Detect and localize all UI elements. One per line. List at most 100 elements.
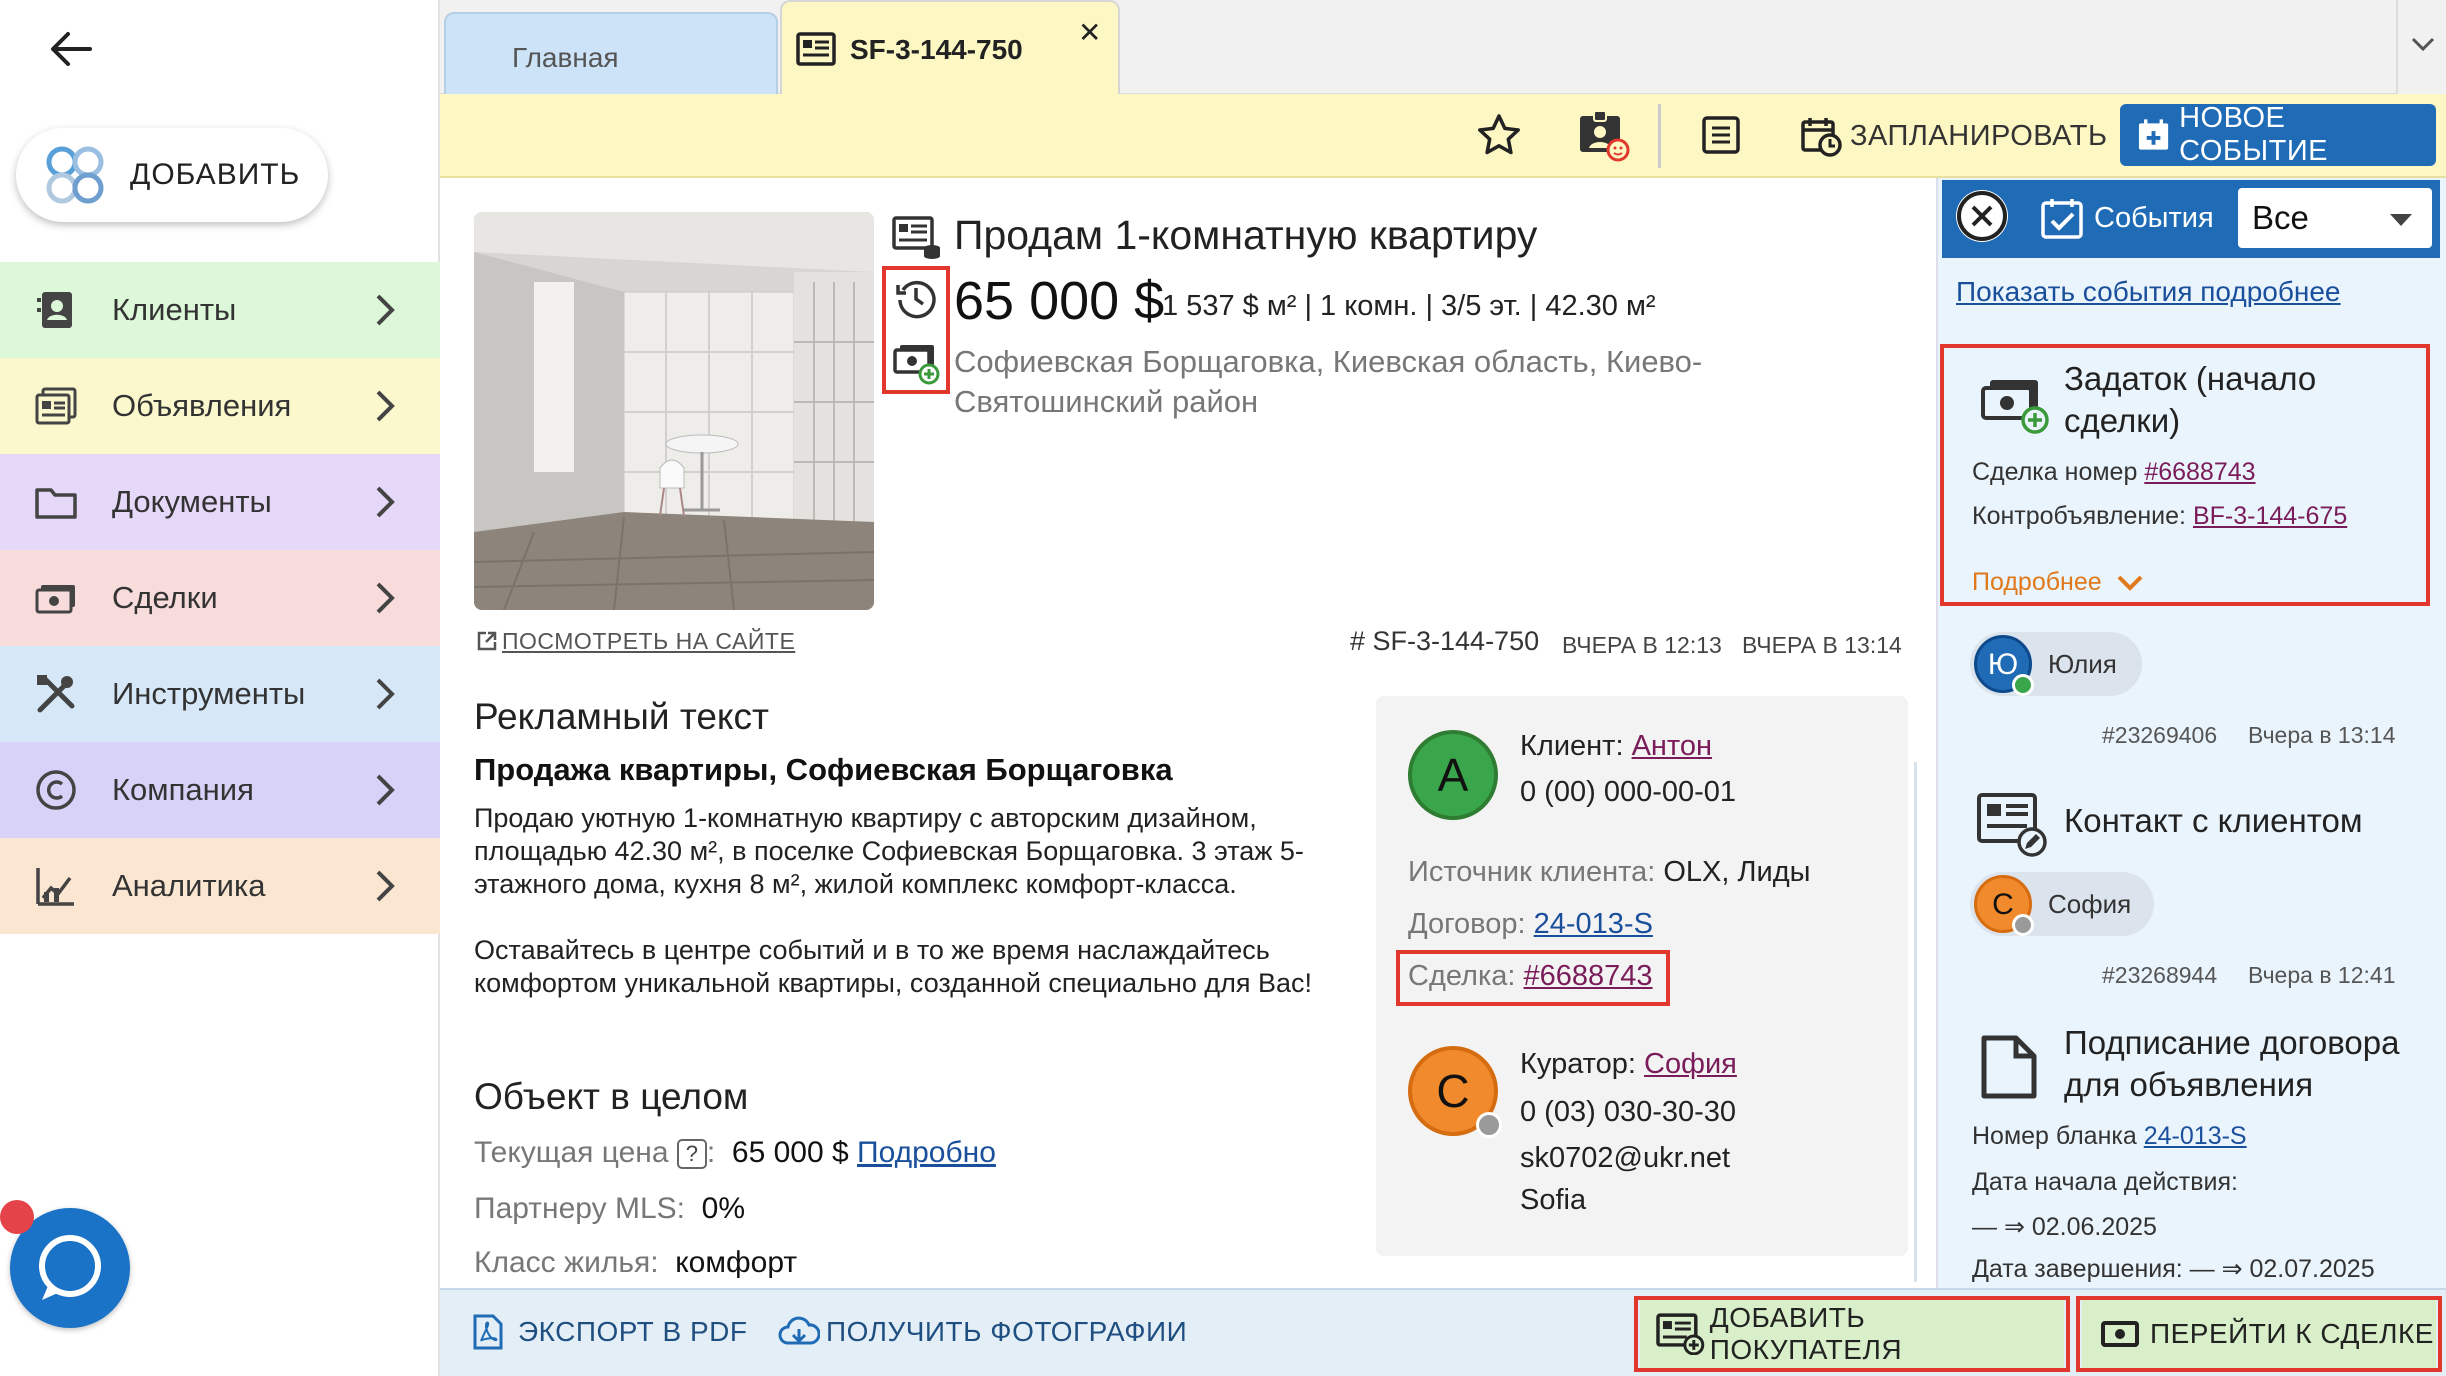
table-icon[interactable] bbox=[1700, 114, 1742, 156]
user-name: София bbox=[2048, 888, 2132, 919]
event-form-label: Номер бланка bbox=[1972, 1122, 2137, 1150]
sidebar-item-analytics[interactable]: Аналитика bbox=[0, 838, 440, 934]
event-more-toggle[interactable]: Подробнее bbox=[1972, 568, 2144, 597]
export-pdf-button[interactable]: ЭКСПОРТ В PDF bbox=[472, 1288, 748, 1376]
listing-type-icon bbox=[892, 216, 940, 259]
deal-label: Сделка: bbox=[1408, 960, 1516, 992]
event-deal-row: Сделка номер #6688743 bbox=[1972, 458, 2256, 487]
highlight-box-go-deal bbox=[2076, 1296, 2442, 1372]
event-title: Задаток (начало сделки) bbox=[2064, 360, 2317, 439]
dropdown-caret-icon bbox=[2390, 214, 2412, 226]
client-source-label: Источник клиента: bbox=[1408, 856, 1656, 888]
curator-label: Куратор: bbox=[1520, 1048, 1636, 1080]
contract-row: Договор: 24-013-S bbox=[1408, 908, 1653, 941]
event-deal-label: Сделка номер bbox=[1972, 458, 2138, 486]
notification-dot bbox=[0, 1200, 34, 1234]
sidebar-item-listings[interactable]: Объявления bbox=[0, 358, 440, 454]
get-photos-label: ПОЛУЧИТЬ ФОТОГРАФИИ bbox=[826, 1316, 1188, 1347]
close-panel-button[interactable] bbox=[1956, 190, 2008, 242]
client-name-link[interactable]: Антон bbox=[1632, 730, 1712, 762]
events-label: События bbox=[2094, 202, 2214, 234]
add-button[interactable]: ДОБАВИТЬ bbox=[16, 128, 328, 222]
listing-card-icon bbox=[796, 32, 836, 66]
ad-paragraph-2: Оставайтесь в центре событий и в то же в… bbox=[474, 935, 1313, 998]
tab-home-label: Главная bbox=[512, 42, 619, 73]
client-name-row: Клиент: Антон bbox=[1520, 730, 1712, 763]
help-icon[interactable]: ? bbox=[676, 1139, 707, 1170]
event-counter-link[interactable]: BF-3-144-675 bbox=[2193, 502, 2347, 530]
listing-updated: ВЧЕРА В 13:14 bbox=[1742, 632, 1902, 658]
tab-close-icon[interactable]: ✕ bbox=[1078, 16, 1101, 49]
curator-phone: 0 (03) 030-30-30 bbox=[1520, 1096, 1737, 1128]
new-event-button[interactable]: НОВОЕ СОБЫТИЕ bbox=[2120, 102, 2436, 167]
document-icon bbox=[1981, 1035, 2037, 1099]
tools-icon bbox=[37, 675, 75, 713]
event-form-link[interactable]: 24-013-S bbox=[2144, 1122, 2247, 1150]
sidebar-item-documents[interactable]: Документы bbox=[0, 454, 440, 550]
contract-link[interactable]: 24-013-S bbox=[1534, 908, 1653, 940]
sidebar-item-label: Клиенты bbox=[112, 292, 237, 327]
event-deal-link[interactable]: #6688743 bbox=[2144, 458, 2255, 486]
apartment-photo-image bbox=[474, 212, 874, 610]
curator-name-link[interactable]: София bbox=[1644, 1048, 1737, 1080]
curator-alias: Sofia bbox=[1520, 1184, 1587, 1216]
sidebar-item-deals[interactable]: Сделки bbox=[0, 550, 440, 646]
event-form-row: Номер бланка 24-013-S bbox=[1972, 1122, 2247, 1151]
listing-details: 1 537 $ м² | 1 комн. | 3/5 эт. | 42.30 м… bbox=[1162, 290, 1656, 322]
mls-label: Партнеру MLS: bbox=[474, 1192, 685, 1225]
tab-listing[interactable]: SF-3-144-750 ✕ bbox=[780, 0, 1120, 96]
chevron-down-icon bbox=[2411, 37, 2435, 52]
deal-link[interactable]: #6688743 bbox=[1524, 960, 1653, 992]
tab-home[interactable]: Главная bbox=[444, 12, 778, 94]
clock-history-icon[interactable] bbox=[894, 276, 938, 320]
event-end-row: Дата завершения: — ⇒ 02.07.2025 bbox=[1972, 1255, 2375, 1283]
class-label: Класс жилья: bbox=[474, 1246, 659, 1279]
listing-ref: # SF-3-144-750 bbox=[1350, 626, 1540, 656]
get-photos-button[interactable]: ПОЛУЧИТЬ ФОТОГРАФИИ bbox=[778, 1288, 1187, 1376]
sidebar-item-clients[interactable]: Клиенты bbox=[0, 262, 440, 358]
cloud-download-icon bbox=[778, 1316, 820, 1345]
client-label: Клиент: bbox=[1520, 730, 1624, 762]
chevron-right-icon bbox=[376, 678, 395, 710]
event-time: Вчера в 13:14 bbox=[2248, 722, 2396, 748]
user-name: Юлия bbox=[2048, 648, 2117, 679]
client-avatar: А bbox=[1408, 730, 1498, 820]
event-user-chip[interactable]: С София bbox=[1970, 872, 2154, 936]
add-logo-icon bbox=[46, 146, 104, 204]
back-arrow-icon[interactable] bbox=[46, 24, 96, 74]
event-start-label: Дата начала действия: bbox=[1972, 1168, 2238, 1196]
sidebar-item-company[interactable]: Компания bbox=[0, 742, 440, 838]
sidebar-item-tools[interactable]: Инструменты bbox=[0, 646, 440, 742]
listing-address: Софиевская Борщаговка, Киевская область,… bbox=[954, 344, 1703, 419]
mls-row: Партнеру MLS: 0% bbox=[474, 1192, 745, 1226]
external-link-icon bbox=[477, 631, 497, 651]
event-time: Вчера в 12:41 bbox=[2248, 962, 2396, 988]
add-button-label: ДОБАВИТЬ bbox=[130, 158, 301, 191]
export-pdf-label: ЭКСПОРТ В PDF bbox=[518, 1316, 748, 1347]
sidebar: ДОБАВИТЬ Клиенты Объявления Документы Сд… bbox=[0, 0, 440, 1376]
events-filter-select[interactable]: Все bbox=[2238, 188, 2432, 248]
ad-paragraph-1: Продаю уютную 1-комнатную квартиру с авт… bbox=[474, 803, 1304, 899]
chevron-right-icon bbox=[376, 390, 395, 422]
deal-add-icon[interactable] bbox=[892, 342, 940, 386]
current-price-label: Текущая цена bbox=[474, 1136, 669, 1169]
event-user-chip[interactable]: Ю Юлия bbox=[1970, 632, 2142, 696]
event-title: Подписание договора для объявления bbox=[2064, 1024, 2400, 1103]
price-details-link[interactable]: Подробно bbox=[857, 1136, 996, 1169]
sidebar-item-label: Объявления bbox=[112, 388, 292, 423]
event-id: #23268944 bbox=[2102, 962, 2218, 988]
listing-created: ВЧЕРА В 12:13 bbox=[1562, 632, 1722, 658]
tabs-dropdown[interactable] bbox=[2396, 0, 2446, 94]
event-counter-row: Контробъявление: BF-3-144-675 bbox=[1972, 502, 2347, 531]
star-icon[interactable] bbox=[1476, 112, 1522, 158]
ad-subtitle: Продажа квартиры, Софиевская Борщаговка bbox=[474, 752, 1173, 787]
listing-photo[interactable] bbox=[474, 212, 874, 610]
view-on-site-link[interactable]: ПОСМОТРЕТЬ НА САЙТЕ bbox=[476, 628, 795, 655]
client-badge-icon[interactable] bbox=[1576, 106, 1632, 162]
schedule-button[interactable]: ЗАПЛАНИРОВАТЬ bbox=[1800, 94, 2108, 178]
show-events-more-link[interactable]: Показать события подробнее bbox=[1956, 276, 2341, 308]
listing-price: 65 000 $ bbox=[954, 271, 1165, 331]
view-on-site-label: ПОСМОТРЕТЬ НА САЙТЕ bbox=[502, 628, 796, 654]
clients-icon bbox=[37, 292, 72, 328]
sidebar-item-label: Инструменты bbox=[112, 676, 306, 711]
